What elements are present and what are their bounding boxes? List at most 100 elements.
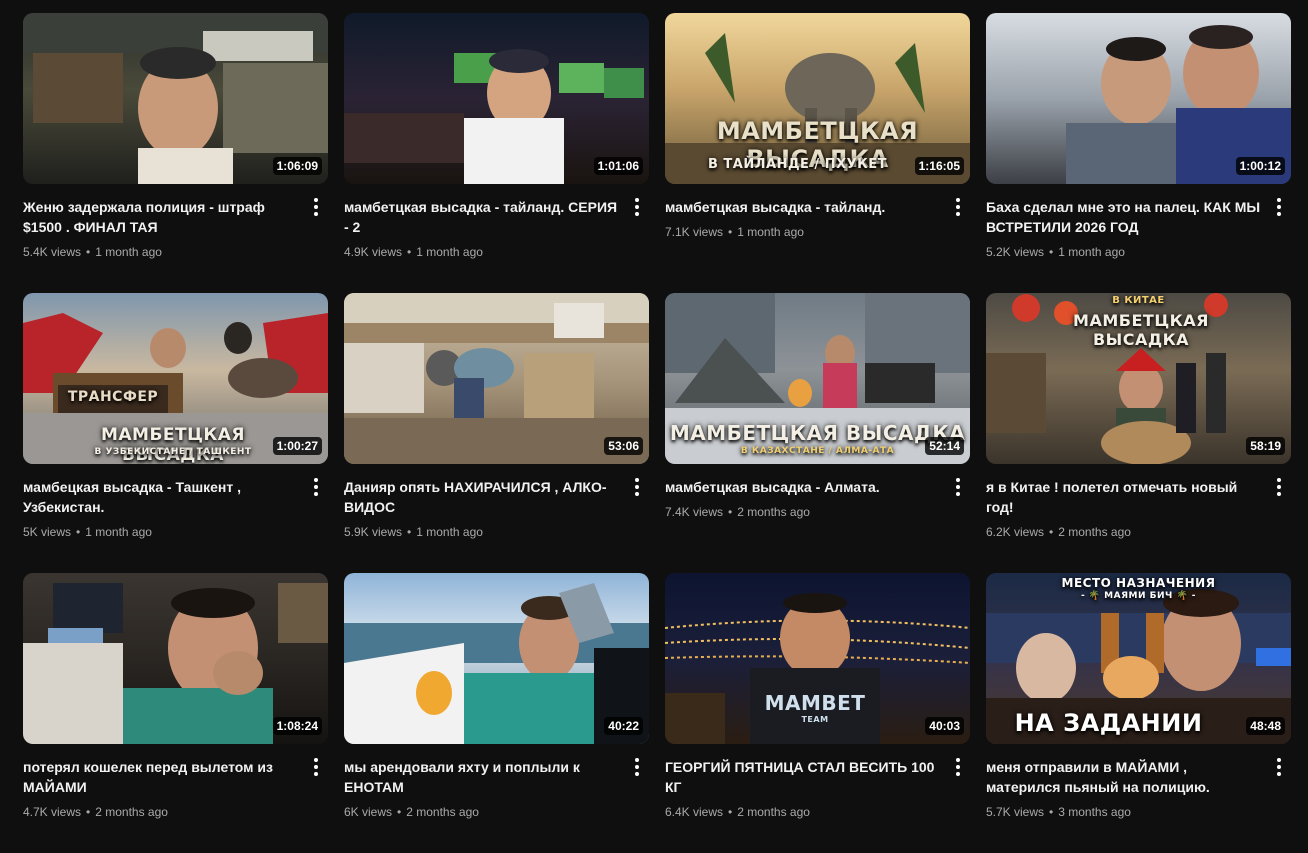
video-thumbnail[interactable]: MAMBET TEAM 40:03	[665, 573, 970, 744]
more-vert-icon	[1277, 758, 1281, 776]
video-title[interactable]: мамбецкая высадка - Ташкент , Узбекистан…	[23, 477, 298, 517]
more-actions-button[interactable]	[304, 755, 328, 779]
view-count: 5K views	[23, 525, 72, 539]
video-thumbnail[interactable]: 53:06	[344, 293, 649, 464]
view-count: 7.1K views	[665, 225, 724, 239]
thumbnail-sign: ТРАНСФЕР	[67, 389, 159, 405]
video-stats: 4.7K views • 2 months ago	[23, 803, 298, 821]
upload-age: 1 month ago	[1058, 245, 1125, 259]
video-duration: 1:08:24	[272, 717, 322, 735]
video-duration: 48:48	[1246, 717, 1285, 735]
view-count: 4.9K views	[344, 245, 403, 259]
video-card: ТРАНСФЕР МАМБЕТЦКАЯ ВЫСАДКА В УЗБЕКИСТАН…	[23, 293, 328, 573]
view-count: 6.2K views	[986, 525, 1045, 539]
video-meta: ГЕОРГИЙ ПЯТНИЦА СТАЛ ВЕСИТЬ 100 КГ 6.4K …	[665, 757, 970, 821]
video-thumbnail[interactable]: 1:01:06	[344, 13, 649, 184]
video-card: 1:08:24 потерял кошелек перед вылетом из…	[23, 573, 328, 853]
video-stats: 6.4K views • 2 months ago	[665, 803, 940, 821]
video-card: 40:22 мы арендовали яхту и поплыли к ЕНО…	[344, 573, 649, 853]
thumbnail-headline: МАМБЕТЦКАЯ ВЫСАДКА	[669, 421, 966, 445]
video-duration: 1:00:12	[1235, 157, 1285, 175]
more-vert-icon	[635, 478, 639, 496]
view-count: 5.7K views	[986, 805, 1045, 819]
more-actions-button[interactable]	[946, 475, 970, 499]
video-card: МАМБЕТЦКАЯ ВЫСАДКА В ТАЙЛАНДЕ / ПХУКЕТ 1…	[665, 13, 970, 293]
upload-age: 2 months ago	[95, 805, 168, 819]
more-actions-button[interactable]	[304, 475, 328, 499]
more-actions-button[interactable]	[946, 755, 970, 779]
video-thumbnail[interactable]: В КИТАЕ МАМБЕТЦКАЯ ВЫСАДКА 58:19	[986, 293, 1291, 464]
video-duration: 52:14	[925, 437, 964, 455]
thumbnail-subheadline: МЕСТО НАЗНАЧЕНИЯ	[1061, 576, 1216, 590]
separator-dot: •	[407, 245, 412, 259]
thumbnail-headline: НА ЗАДАНИИ	[1014, 709, 1203, 737]
more-actions-button[interactable]	[1267, 755, 1291, 779]
video-title[interactable]: Женю задержала полиция - штраф $1500 . Ф…	[23, 197, 298, 237]
video-card: МАМБЕТЦКАЯ ВЫСАДКА В КАЗАХСТАНЕ / АЛМА-А…	[665, 293, 970, 573]
video-meta: мамбетцкая высадка - тайланд. СЕРИЯ - 2 …	[344, 197, 649, 261]
video-title[interactable]: Баха сделал мне это на палец. КАК МЫ ВСТ…	[986, 197, 1261, 237]
video-title[interactable]: мы арендовали яхту и поплыли к ЕНОТАМ	[344, 757, 619, 797]
video-title[interactable]: мамбетцкая высадка - Алмата.	[665, 477, 940, 497]
upload-age: 1 month ago	[416, 245, 483, 259]
video-stats: 7.1K views • 1 month ago	[665, 223, 940, 241]
thumbnail-subheadline: В УЗБЕКИСТАНЕ / ТАШКЕНТ	[94, 447, 252, 457]
video-thumbnail[interactable]: ТРАНСФЕР МАМБЕТЦКАЯ ВЫСАДКА В УЗБЕКИСТАН…	[23, 293, 328, 464]
video-stats: 4.9K views • 1 month ago	[344, 243, 619, 261]
separator-dot: •	[1049, 525, 1054, 539]
video-thumbnail[interactable]: МАМБЕТЦКАЯ ВЫСАДКА В КАЗАХСТАНЕ / АЛМА-А…	[665, 293, 970, 464]
more-actions-button[interactable]	[946, 195, 970, 219]
more-vert-icon	[956, 198, 960, 216]
upload-age: 1 month ago	[416, 525, 483, 539]
more-vert-icon	[314, 198, 318, 216]
video-meta: Женю задержала полиция - штраф $1500 . Ф…	[23, 197, 328, 261]
more-actions-button[interactable]	[1267, 475, 1291, 499]
video-thumbnail[interactable]: 40:22	[344, 573, 649, 744]
view-count: 6K views	[344, 805, 393, 819]
video-meta: мамбетцкая высадка - тайланд. 7.1K views…	[665, 197, 970, 241]
separator-dot: •	[728, 225, 733, 239]
video-thumbnail[interactable]: 1:00:12	[986, 13, 1291, 184]
upload-age: 2 months ago	[406, 805, 479, 819]
thumbnail-shirt-subtext: TEAM	[801, 715, 829, 724]
video-meta: мамбецкая высадка - Ташкент , Узбекистан…	[23, 477, 328, 541]
video-duration: 1:01:06	[593, 157, 643, 175]
video-grid: 1:06:09 Женю задержала полиция - штраф $…	[23, 13, 1291, 853]
more-vert-icon	[314, 478, 318, 496]
upload-age: 2 months ago	[737, 805, 810, 819]
video-stats: 6.2K views • 2 months ago	[986, 523, 1261, 541]
upload-age: 1 month ago	[85, 525, 152, 539]
upload-age: 2 months ago	[1058, 525, 1131, 539]
more-actions-button[interactable]	[625, 475, 649, 499]
more-actions-button[interactable]	[304, 195, 328, 219]
video-meta: я в Китае ! полетел отмечать новый год! …	[986, 477, 1291, 541]
video-thumbnail[interactable]: МЕСТО НАЗНАЧЕНИЯ - 🌴 МАЯМИ БИЧ 🌴 - НА ЗА…	[986, 573, 1291, 744]
more-actions-button[interactable]	[1267, 195, 1291, 219]
video-card: В КИТАЕ МАМБЕТЦКАЯ ВЫСАДКА 58:19 я в Кит…	[986, 293, 1291, 573]
video-meta: мы арендовали яхту и поплыли к ЕНОТАМ 6K…	[344, 757, 649, 821]
view-count: 5.2K views	[986, 245, 1045, 259]
video-thumbnail[interactable]: МАМБЕТЦКАЯ ВЫСАДКА В ТАЙЛАНДЕ / ПХУКЕТ 1…	[665, 13, 970, 184]
video-duration: 40:03	[925, 717, 964, 735]
video-title[interactable]: мамбетцкая высадка - тайланд.	[665, 197, 940, 217]
more-vert-icon	[956, 478, 960, 496]
video-thumbnail[interactable]: 1:08:24	[23, 573, 328, 744]
video-title[interactable]: ГЕОРГИЙ ПЯТНИЦА СТАЛ ВЕСИТЬ 100 КГ	[665, 757, 940, 797]
video-stats: 7.4K views • 2 months ago	[665, 503, 940, 521]
more-actions-button[interactable]	[625, 195, 649, 219]
separator-dot: •	[407, 525, 412, 539]
video-title[interactable]: потерял кошелек перед вылетом из МАЙАМИ	[23, 757, 298, 797]
view-count: 4.7K views	[23, 805, 82, 819]
video-title[interactable]: я в Китае ! полетел отмечать новый год!	[986, 477, 1261, 517]
upload-age: 1 month ago	[737, 225, 804, 239]
video-title[interactable]: Данияр опять НАХИРАЧИЛСЯ , АЛКО-ВИДОС	[344, 477, 619, 517]
video-duration: 53:06	[604, 437, 643, 455]
video-card: МЕСТО НАЗНАЧЕНИЯ - 🌴 МАЯМИ БИЧ 🌴 - НА ЗА…	[986, 573, 1291, 853]
thumbnail-image	[344, 573, 649, 744]
video-thumbnail[interactable]: 1:06:09	[23, 13, 328, 184]
more-actions-button[interactable]	[625, 755, 649, 779]
view-count: 5.9K views	[344, 525, 403, 539]
video-title[interactable]: меня отправили в МАЙАМИ , матерился пьян…	[986, 757, 1261, 797]
video-stats: 6K views • 2 months ago	[344, 803, 619, 821]
video-title[interactable]: мамбетцкая высадка - тайланд. СЕРИЯ - 2	[344, 197, 619, 237]
